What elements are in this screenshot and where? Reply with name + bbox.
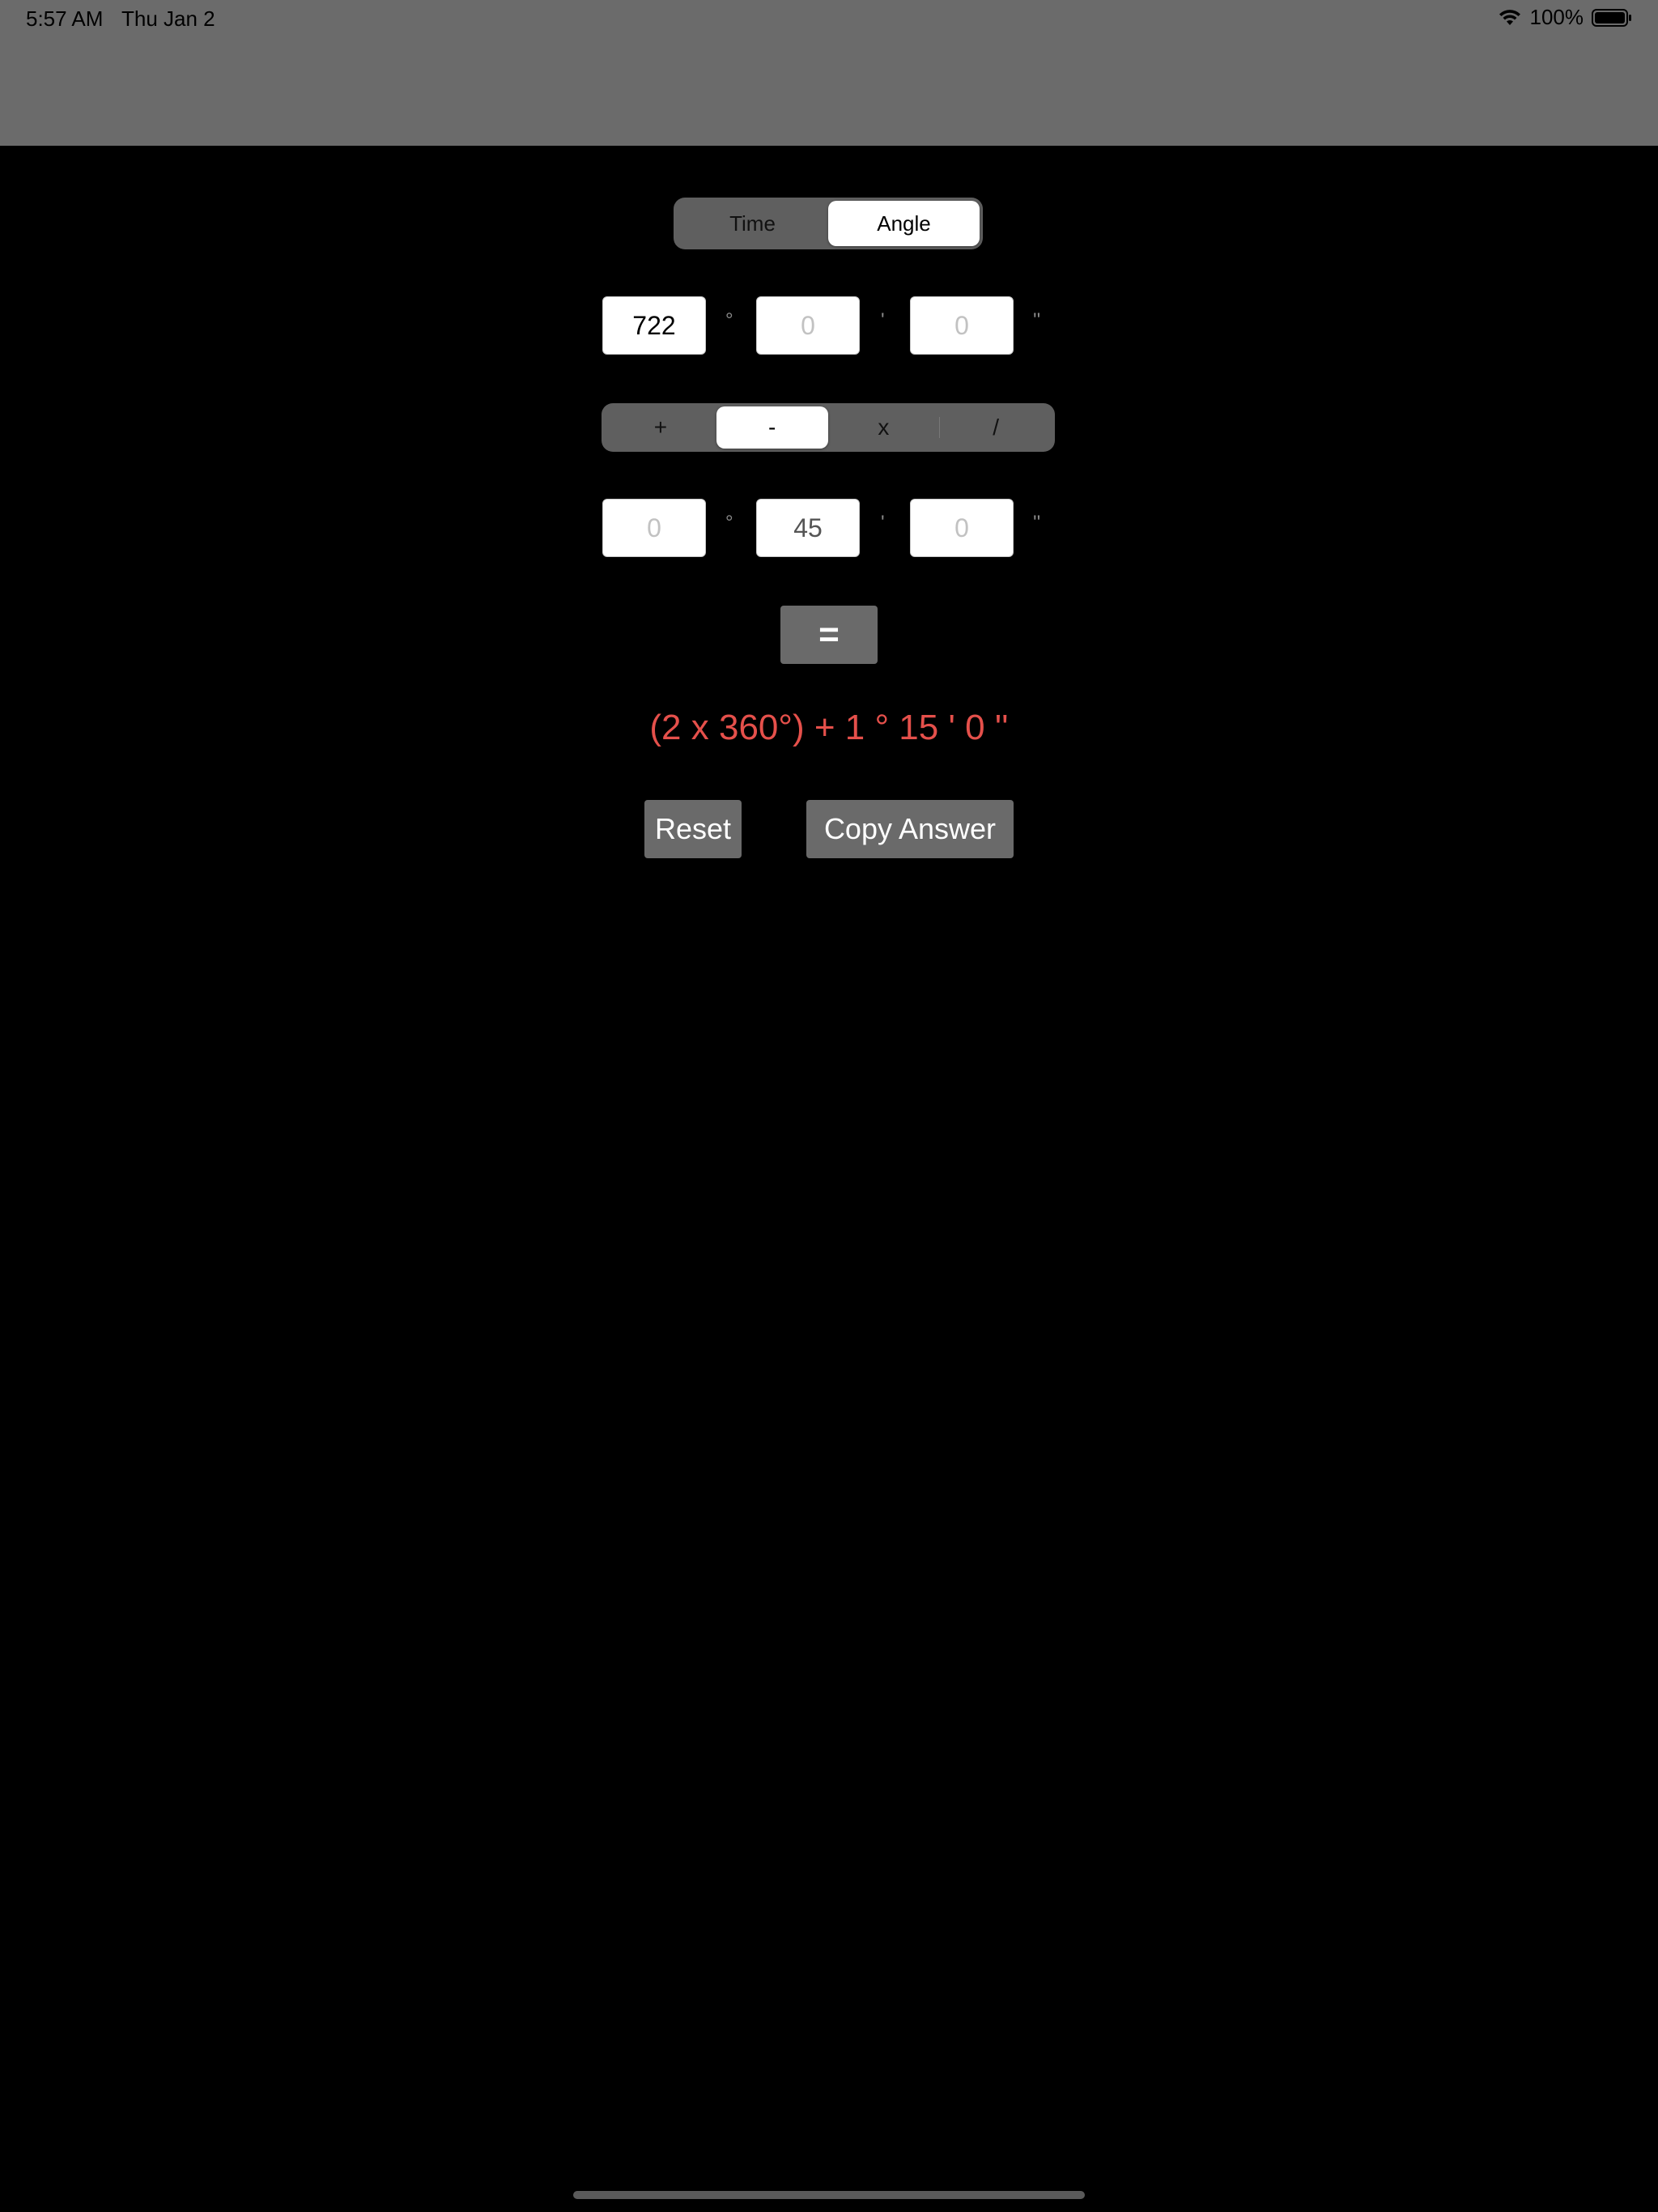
- status-bar: 5:57 AM Thu Jan 2 100%: [0, 0, 1658, 146]
- minutes-input-2[interactable]: 45: [756, 499, 860, 557]
- operation-subtract[interactable]: -: [716, 406, 828, 449]
- minute-symbol-1: ': [881, 309, 885, 331]
- seconds-input-1[interactable]: 0: [910, 296, 1014, 355]
- status-time: 5:57 AM: [26, 6, 104, 31]
- mode-segmented-control[interactable]: Time Angle: [674, 198, 983, 249]
- battery-percent: 100%: [1529, 5, 1584, 29]
- operation-multiply[interactable]: x: [828, 406, 940, 449]
- second-symbol-1: '': [1033, 309, 1041, 331]
- status-date: Thu Jan 2: [121, 6, 215, 31]
- equals-button[interactable]: =: [780, 606, 878, 664]
- second-symbol-2: '': [1033, 512, 1041, 534]
- operation-segmented-control[interactable]: + - x /: [602, 403, 1055, 452]
- degree-symbol-2: °: [725, 512, 733, 534]
- copy-answer-button[interactable]: Copy Answer: [806, 800, 1014, 858]
- segment-time[interactable]: Time: [677, 201, 828, 246]
- minutes-input-1[interactable]: 0: [756, 296, 860, 355]
- minute-symbol-2: ': [881, 512, 885, 534]
- operation-divide[interactable]: /: [940, 406, 1052, 449]
- segment-angle[interactable]: Angle: [828, 201, 980, 246]
- degrees-input-2[interactable]: 0: [602, 499, 706, 557]
- seconds-input-2[interactable]: 0: [910, 499, 1014, 557]
- result-text: (2 x 360°) + 1 ° 15 ' 0 '': [649, 708, 1009, 747]
- home-indicator[interactable]: [573, 2191, 1085, 2199]
- degrees-input-1[interactable]: 722: [602, 296, 706, 355]
- battery-icon: [1592, 8, 1632, 28]
- reset-button[interactable]: Reset: [644, 800, 742, 858]
- wifi-icon: [1498, 9, 1522, 27]
- status-right: 100%: [1498, 5, 1633, 30]
- degree-symbol-1: °: [725, 309, 733, 331]
- operation-add[interactable]: +: [605, 406, 716, 449]
